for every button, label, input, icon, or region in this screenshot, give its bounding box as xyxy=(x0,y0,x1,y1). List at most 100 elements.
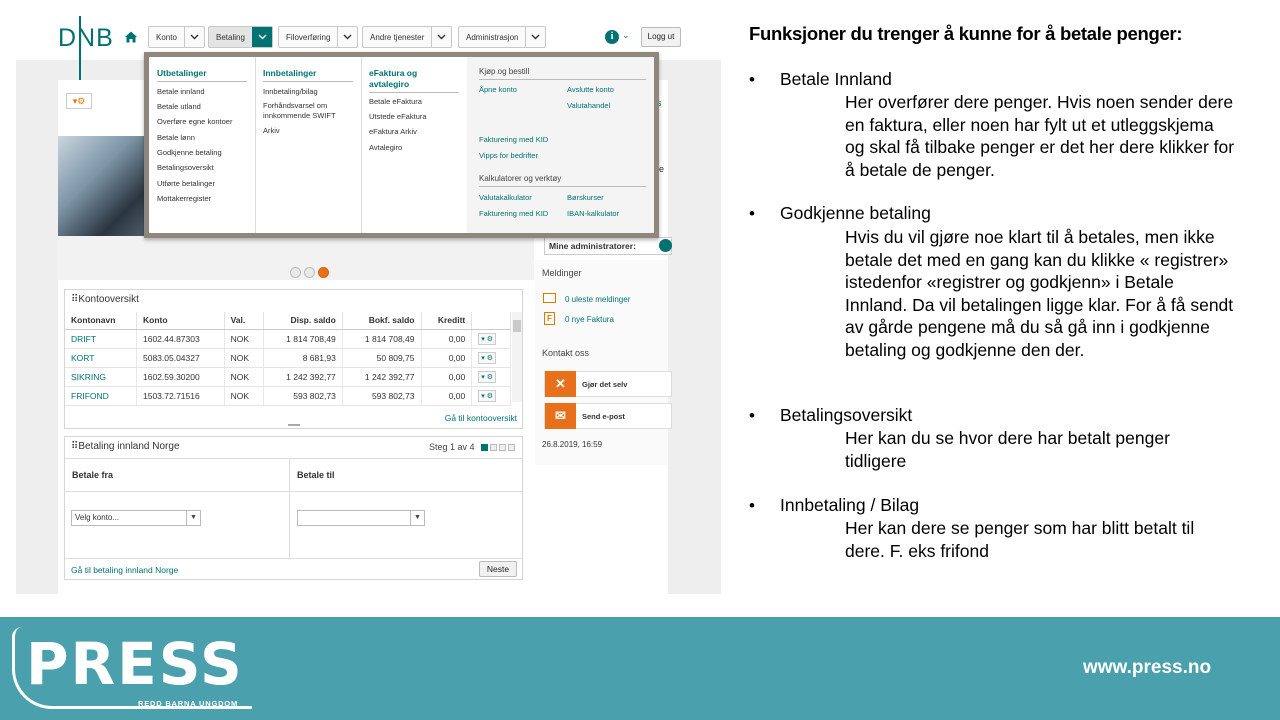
chevron-down-icon[interactable] xyxy=(337,27,357,47)
nav-administrasjon[interactable]: Administrasjon xyxy=(458,26,547,48)
menu-item-utforte[interactable]: Utførte betalinger xyxy=(157,179,215,189)
menu-item-godkjenne[interactable]: Godkjenne betaling xyxy=(157,148,222,158)
unread-messages-link[interactable]: 0 uleste meldinger xyxy=(565,295,630,304)
menu-heading: Kalkulatorer og verktøy xyxy=(479,174,562,183)
row-actions[interactable]: ▾ ⚙ xyxy=(471,348,511,368)
envelope-icon: ✉ xyxy=(545,403,576,429)
menu-item-vipps[interactable]: Vipps for bedrifter xyxy=(479,151,538,160)
chevron-down-icon[interactable]: ▾ xyxy=(481,392,485,400)
account-overview-link[interactable]: Gå til kontooversikt xyxy=(445,413,517,423)
send-email-button[interactable]: ✉ Send e-post xyxy=(544,403,672,429)
menu-item-arkiv[interactable]: Arkiv xyxy=(263,126,280,136)
nav-andre-tjenester[interactable]: Andre tjenester xyxy=(362,26,453,48)
chevron-down-icon[interactable]: ▾ xyxy=(481,354,485,362)
chevron-down-icon[interactable] xyxy=(525,27,545,47)
account-name-link[interactable]: SIKRING xyxy=(65,367,137,387)
nav-betaling[interactable]: Betaling xyxy=(208,26,273,48)
menu-item-valutakalkulator[interactable]: Valutakalkulator xyxy=(479,193,532,202)
chevron-down-icon[interactable]: ▼ xyxy=(186,511,200,525)
row-actions[interactable]: ▾ ⚙ xyxy=(471,386,511,406)
pay-from-label: Betale fra xyxy=(72,470,114,480)
menu-item-avtalegiro[interactable]: Avtalegiro xyxy=(369,143,402,153)
menu-item-fakturering-kid[interactable]: Fakturering med KID xyxy=(479,135,548,144)
menu-item-apne-konto[interactable]: Åpne konto xyxy=(479,85,517,94)
hero-image xyxy=(58,136,148,236)
col-header[interactable]: Konto xyxy=(136,312,225,330)
menu-item-mottakerregister[interactable]: Mottakerregister xyxy=(157,194,211,204)
chevron-down-icon[interactable]: ▼ xyxy=(410,511,424,525)
carousel-dot[interactable] xyxy=(304,267,315,278)
account-name-link[interactable]: KORT xyxy=(65,348,137,368)
carousel-dot[interactable] xyxy=(290,267,301,278)
disp-balance: 1 814 708,49 xyxy=(263,329,343,349)
credit: 0,00 xyxy=(421,348,473,368)
chevron-down-icon[interactable]: ▾ xyxy=(481,335,485,343)
menu-column-utbetalinger: Utbetalinger Betale innland Betale utlan… xyxy=(149,57,256,233)
menu-heading: Utbetalinger xyxy=(157,68,207,78)
col-header-actions xyxy=(471,312,511,330)
account-name-link[interactable]: FRIFOND xyxy=(65,386,137,406)
gear-icon[interactable] xyxy=(659,239,672,252)
chevron-down-icon[interactable] xyxy=(251,27,272,47)
website-url[interactable]: www.press.no xyxy=(1083,657,1211,679)
row-actions[interactable]: ▾ ⚙ xyxy=(471,367,511,387)
chevron-down-icon[interactable] xyxy=(183,27,204,47)
gear-icon[interactable]: ⚙ xyxy=(487,335,493,343)
menu-item-betale-innland[interactable]: Betale innland xyxy=(157,87,205,97)
row-actions[interactable]: ▾ ⚙ xyxy=(471,329,511,349)
menu-item-innbetaling-bilag[interactable]: Innbetaling/bilag xyxy=(263,87,318,97)
next-button[interactable]: Neste xyxy=(479,561,517,577)
carousel-dot-active[interactable] xyxy=(318,267,329,278)
menu-item-efaktura-arkiv[interactable]: eFaktura Arkiv xyxy=(369,127,417,137)
col-header[interactable]: Kontonavn xyxy=(65,312,137,330)
accounts-table: Kontonavn Konto Val. Disp. saldo Bokf. s… xyxy=(65,312,511,406)
self-service-button[interactable]: ✕ Gjør det selv xyxy=(544,371,672,397)
menu-heading: eFaktura og avtalegiro xyxy=(369,68,418,89)
col-header[interactable]: Bokf. saldo xyxy=(342,312,422,330)
menu-item-betale-utland[interactable]: Betale utland xyxy=(157,102,201,112)
step-indicator: Steg 1 av 4 xyxy=(429,442,475,452)
nav-konto[interactable]: Konto xyxy=(148,26,205,48)
chevron-down-icon[interactable] xyxy=(431,27,451,47)
payment-mega-menu: Utbetalinger Betale innland Betale utlan… xyxy=(144,52,659,238)
scrollbar-thumb[interactable] xyxy=(513,320,521,332)
menu-item-betale-lonn[interactable]: Betale lønn xyxy=(157,133,195,143)
menu-item-borskurser[interactable]: Børskurser xyxy=(567,193,604,202)
gear-icon[interactable]: ⚙ xyxy=(487,354,493,362)
col-header[interactable]: Disp. saldo xyxy=(263,312,343,330)
table-row: KORT 5083.05.04327 NOK 8 681,93 50 809,7… xyxy=(65,348,511,368)
resize-handle[interactable] xyxy=(288,424,300,426)
logout-button[interactable]: Logg ut xyxy=(641,27,681,47)
column-divider xyxy=(289,458,290,558)
dnb-logo[interactable]: DNB xyxy=(58,24,114,53)
menu-item-fakturering-kid-2[interactable]: Fakturering med KID xyxy=(479,209,548,218)
administrators-field[interactable]: Mine administratorer: xyxy=(544,237,672,255)
menu-item-iban[interactable]: IBAN-kalkulator xyxy=(567,209,619,218)
account-name-link[interactable]: DRIFT xyxy=(65,329,137,349)
menu-item-avslutte-konto[interactable]: Avslutte konto xyxy=(567,85,614,94)
gear-icon[interactable]: ⚙ xyxy=(487,373,493,381)
step-dot-active xyxy=(481,444,488,451)
home-icon[interactable] xyxy=(124,30,138,44)
menu-column-efaktura: eFaktura og avtalegiro Betale eFaktura U… xyxy=(362,57,467,233)
menu-item-overfore[interactable]: Overføre egne kontoer xyxy=(157,117,232,127)
new-invoices-link[interactable]: 0 nye Faktura xyxy=(565,315,614,324)
menu-item-utstede-efaktura[interactable]: Utstede eFaktura xyxy=(369,112,427,122)
menu-item-valutahandel[interactable]: Valutahandel xyxy=(567,101,610,110)
menu-item-betale-efaktura[interactable]: Betale eFaktura xyxy=(369,97,422,107)
booked-balance: 1 814 708,49 xyxy=(342,329,422,349)
col-header[interactable]: Val. xyxy=(224,312,265,330)
nav-filoverforing[interactable]: Filoverføring xyxy=(278,26,359,48)
chevron-down-icon[interactable]: ▾ xyxy=(481,373,485,381)
settings-gear-icon[interactable]: ▾⚙ xyxy=(66,93,92,109)
menu-item-swift[interactable]: Forhåndsvarsel om innkommende SWIFT xyxy=(263,101,355,121)
domestic-payment-link[interactable]: Gå til betaling innland Norge xyxy=(71,565,178,575)
pay-from-select[interactable]: Velg konto... ▼ xyxy=(71,510,201,526)
pay-to-select[interactable]: ▼ xyxy=(297,510,425,526)
col-header[interactable]: Kreditt xyxy=(421,312,473,330)
menu-item-betalingsoversikt[interactable]: Betalingsoversikt xyxy=(157,163,214,173)
chevron-down-icon[interactable]: ⌄ xyxy=(622,30,630,41)
gear-icon[interactable]: ⚙ xyxy=(487,392,493,400)
menu-heading: Kjøp og bestill xyxy=(479,67,530,76)
info-icon[interactable]: i xyxy=(605,30,619,44)
